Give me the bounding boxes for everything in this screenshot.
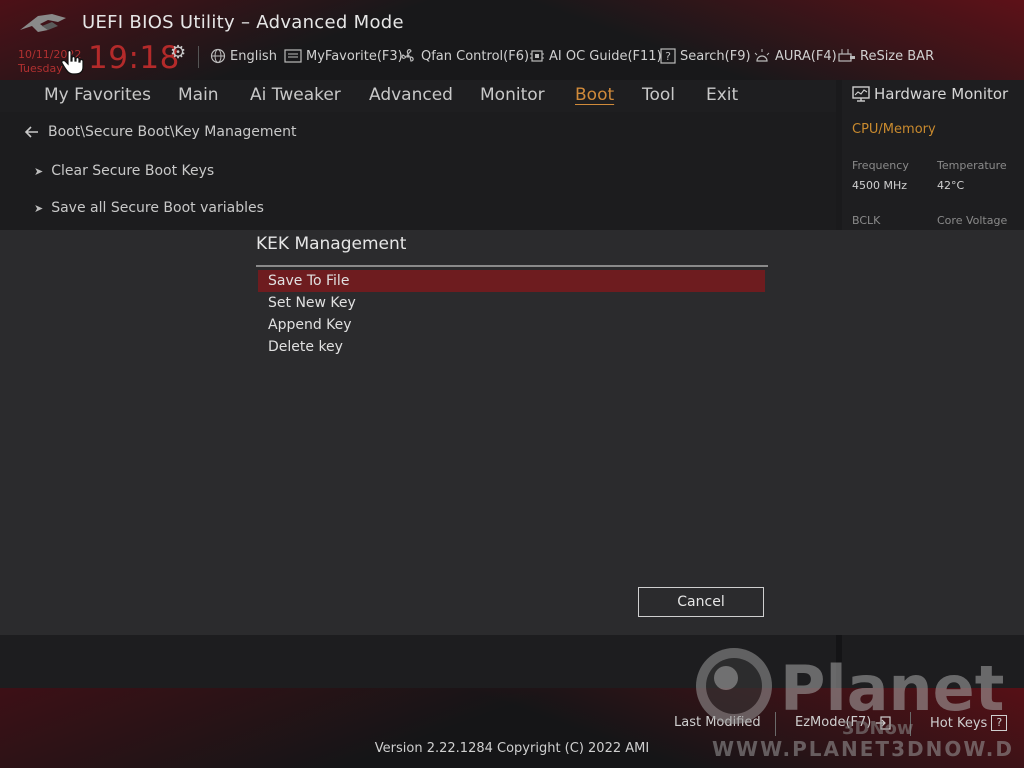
chevron-right-icon: ➤ [34,201,44,215]
temperature-value: 42°C [937,179,965,192]
resize-bar-icon [838,49,855,62]
tab-main[interactable]: Main [178,85,219,105]
dialog-divider [256,265,768,267]
menu-item-label: Clear Secure Boot Keys [51,163,215,179]
aura-light-icon [754,49,770,62]
tab-boot[interactable]: Boot [575,85,614,105]
hardware-monitor-panel: Hardware Monitor CPU/Memory Frequency 45… [842,80,1024,230]
breadcrumb-path: Boot\Secure Boot\Key Management [48,124,297,140]
favorite-list-icon [284,49,302,63]
core-voltage-label: Core Voltage [937,214,1008,227]
watermark-brand: Planet [780,652,1004,725]
qfan-button[interactable]: Qfan Control(F6) [399,47,529,65]
dialog-title: KEK Management [256,234,407,254]
ai-oc-guide-button[interactable]: AI OC Guide(F11) [529,47,662,65]
kek-management-dialog: KEK Management Save To File Set New Key … [0,230,1024,635]
menu-item-clear-keys[interactable]: ➤ Clear Secure Boot Keys [34,163,214,179]
search-label: Search(F9) [680,48,751,64]
language-label: English [230,48,277,64]
chip-icon [530,50,544,62]
search-button[interactable]: ? Search(F9) [660,47,751,65]
watermark-url: WWW.PLANET3DNOW.DE [712,737,1012,761]
help-search-icon: ? [660,48,676,64]
option-set-new-key[interactable]: Set New Key [258,292,765,314]
language-button[interactable]: English [210,47,277,65]
main-panel: Boot\Secure Boot\Key Management ➤ Clear … [0,112,836,230]
rog-logo-icon [20,14,66,32]
breadcrumb: Boot\Secure Boot\Key Management [24,124,297,140]
back-arrow-icon[interactable] [24,125,40,139]
temperature-label: Temperature [937,159,1007,172]
app-title: UEFI BIOS Utility – Advanced Mode [82,12,404,33]
watermark-subbrand: 3DNow [842,718,914,739]
clock-time: 19:18 [88,40,180,76]
tab-monitor[interactable]: Monitor [480,85,545,105]
main-nav: My Favorites Main Ai Tweaker Advanced Mo… [0,80,836,112]
planet3dnow-watermark: Planet 3DNow WWW.PLANET3DNOW.DE [696,648,1012,761]
toolbar-divider [198,46,199,68]
resize-bar-button[interactable]: ReSize BAR [838,47,934,65]
aura-button[interactable]: AURA(F4) [753,47,837,65]
tab-ai-tweaker[interactable]: Ai Tweaker [250,85,341,105]
header-bar: UEFI BIOS Utility – Advanced Mode 10/11/… [0,0,1024,80]
cancel-button[interactable]: Cancel [638,587,764,617]
frequency-label: Frequency [852,159,909,172]
hwmon-title-label: Hardware Monitor [874,85,1009,103]
svg-text:?: ? [665,50,671,63]
myfavorite-button[interactable]: MyFavorite(F3) [284,47,403,65]
tab-tool[interactable]: Tool [642,85,675,105]
hwmon-section-cpu-memory: CPU/Memory [852,122,936,137]
fan-icon [401,48,414,62]
globe-icon [210,48,226,64]
menu-item-save-variables[interactable]: ➤ Save all Secure Boot variables [34,200,264,216]
hand-cursor-icon [61,49,84,75]
option-delete-key[interactable]: Delete key [258,336,765,358]
frequency-value: 4500 MHz [852,179,908,192]
gear-icon[interactable]: ⚙ [170,42,186,63]
hwmon-title: Hardware Monitor [852,85,1008,103]
tab-my-favorites[interactable]: My Favorites [44,85,151,105]
bclk-label: BCLK [852,214,881,227]
option-save-to-file[interactable]: Save To File [258,270,765,292]
resize-bar-label: ReSize BAR [860,48,935,64]
myfavorite-label: MyFavorite(F3) [306,48,403,64]
qfan-label: Qfan Control(F6) [421,48,530,64]
monitor-icon [852,86,870,102]
menu-item-label: Save all Secure Boot variables [51,200,264,216]
chevron-right-icon: ➤ [34,164,44,178]
ai-oc-guide-label: AI OC Guide(F11) [549,48,662,64]
aura-label: AURA(F4) [775,48,837,64]
option-append-key[interactable]: Append Key [258,314,765,336]
tab-exit[interactable]: Exit [706,85,738,105]
tab-advanced[interactable]: Advanced [369,85,453,105]
